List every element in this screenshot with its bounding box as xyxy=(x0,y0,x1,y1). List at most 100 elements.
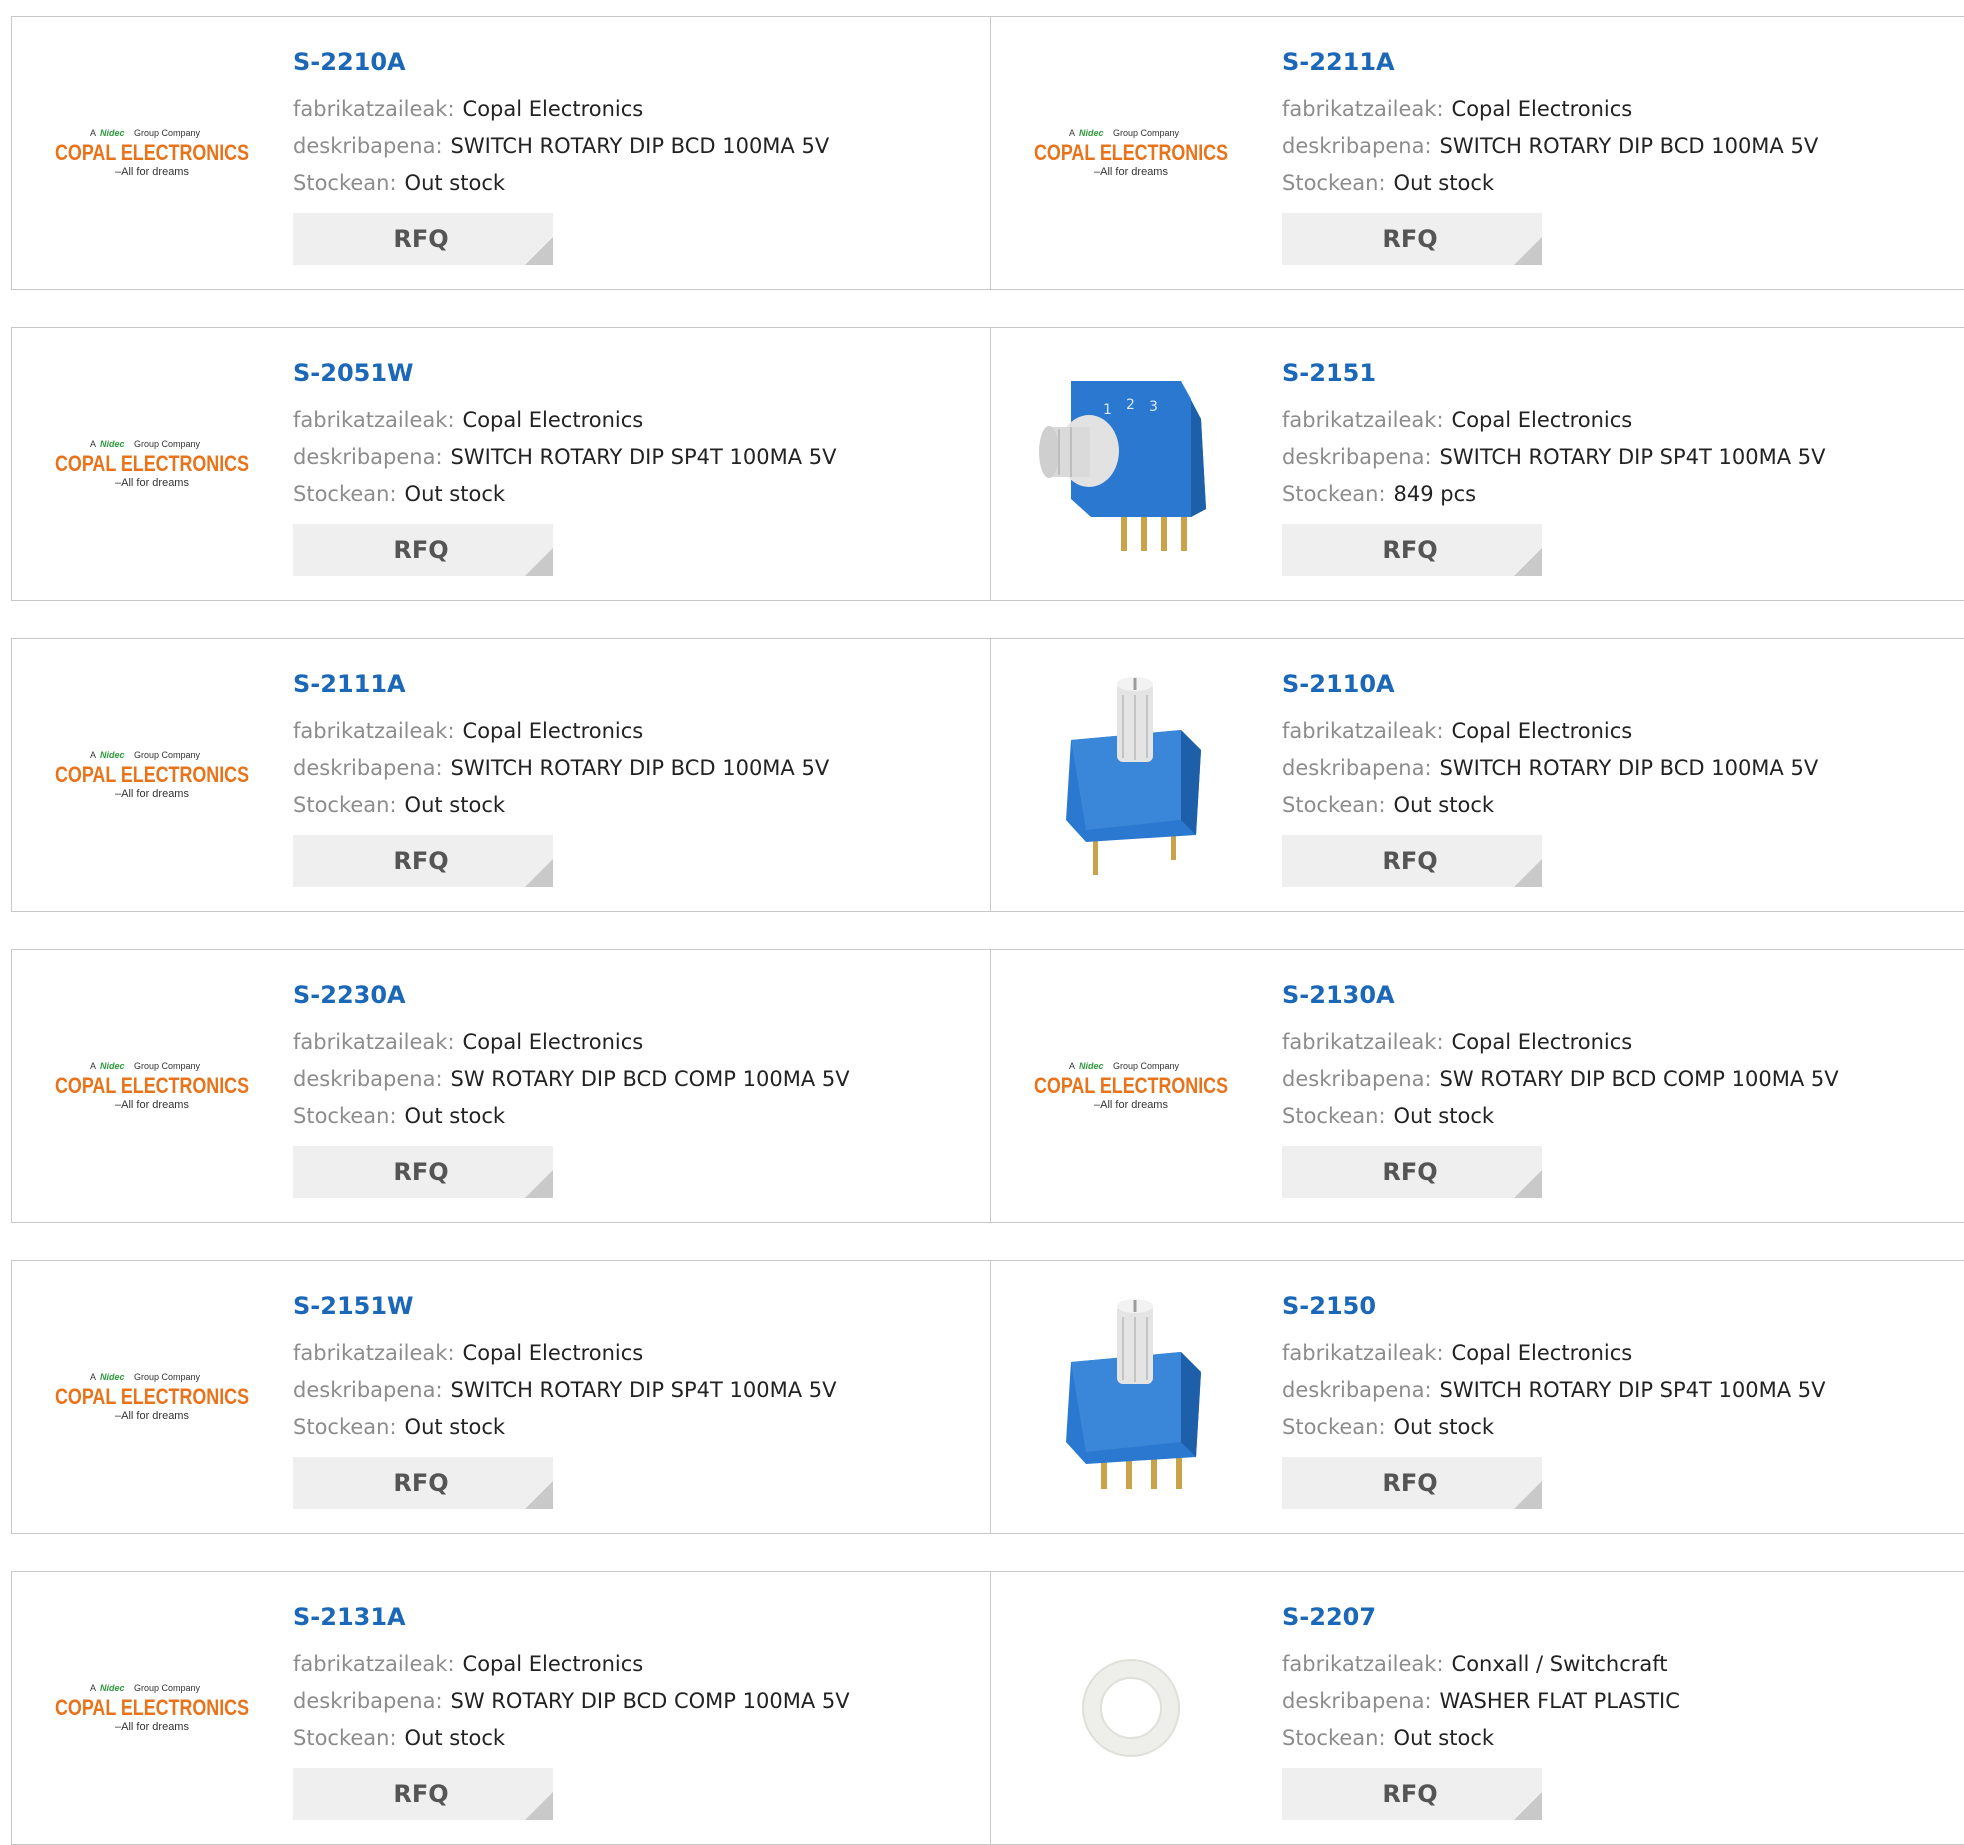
rfq-button[interactable]: RFQ xyxy=(1282,1146,1542,1198)
logo-nidec: Nidec xyxy=(100,128,125,138)
manufacturer-value: Copal Electronics xyxy=(1451,1341,1633,1365)
product-card: S-2150 fabrikatzaileak: Copal Electronics… xyxy=(991,1261,1964,1533)
description-label: deskribapena: xyxy=(1282,1067,1432,1091)
rfq-button[interactable]: RFQ xyxy=(1282,1768,1542,1820)
manufacturer-value: Copal Electronics xyxy=(462,1341,644,1365)
product-image[interactable]: A Nidec Group Company COPAL ELECTRONICS … xyxy=(1023,976,1239,1196)
part-number-link[interactable]: S-2151W xyxy=(293,1289,973,1323)
product-row: A Nidec Group Company COPAL ELECTRONICS … xyxy=(11,327,1964,601)
rfq-button[interactable]: RFQ xyxy=(293,213,553,265)
product-info: S-2211A fabrikatzaileak: Copal Electronic… xyxy=(1282,45,1962,265)
logo-line1-prefix: A xyxy=(1069,128,1075,138)
manufacturer-label: fabrikatzaileak: xyxy=(1282,97,1444,121)
product-image[interactable]: A Nidec Group Company COPAL ELECTRONICS … xyxy=(44,43,260,263)
manufacturer-value: Copal Electronics xyxy=(462,408,644,432)
part-number-link[interactable]: S-2150 xyxy=(1282,1289,1962,1323)
rfq-label: RFQ xyxy=(393,1469,449,1497)
rfq-label: RFQ xyxy=(1382,847,1438,875)
corner-triangle-icon xyxy=(1514,859,1542,887)
logo-line1-prefix: A xyxy=(90,128,96,138)
manufacturer-row: fabrikatzaileak: Copal Electronics xyxy=(1282,1024,1962,1061)
stock-label: Stockean: xyxy=(1282,1104,1386,1128)
product-image[interactable]: A Nidec Group Company COPAL ELECTRONICS … xyxy=(44,976,260,1196)
stock-row: Stockean: Out stock xyxy=(293,1720,973,1757)
product-row: A Nidec Group Company COPAL ELECTRONICS … xyxy=(11,949,1964,1223)
product-row: A Nidec Group Company COPAL ELECTRONICS … xyxy=(11,1571,1964,1845)
product-image[interactable] xyxy=(1023,1598,1239,1818)
logo-nidec: Nidec xyxy=(100,439,125,449)
rfq-button[interactable]: RFQ xyxy=(293,1457,553,1509)
product-image[interactable]: A Nidec Group Company COPAL ELECTRONICS … xyxy=(44,1598,260,1818)
logo-line1-suffix: Group Company xyxy=(134,128,201,138)
logo-nidec: Nidec xyxy=(100,1372,125,1382)
manufacturer-row: fabrikatzaileak: Copal Electronics xyxy=(293,713,973,750)
logo-line2: COPAL ELECTRONICS xyxy=(55,140,249,165)
copal-electronics-logo: A Nidec Group Company COPAL ELECTRONICS … xyxy=(55,1372,249,1422)
product-image[interactable]: A Nidec Group Company COPAL ELECTRONICS … xyxy=(44,1287,260,1507)
corner-triangle-icon xyxy=(1514,1481,1542,1509)
rfq-button[interactable]: RFQ xyxy=(293,835,553,887)
product-image[interactable]: A Nidec Group Company COPAL ELECTRONICS … xyxy=(1023,43,1239,263)
logo-line1-prefix: A xyxy=(90,750,96,760)
product-card: A Nidec Group Company COPAL ELECTRONICS … xyxy=(12,17,991,289)
part-number-link[interactable]: S-2130A xyxy=(1282,978,1962,1012)
rfq-button[interactable]: RFQ xyxy=(293,524,553,576)
rotary-switch-image xyxy=(1066,1299,1201,1489)
description-value: SWITCH ROTARY DIP BCD 100MA 5V xyxy=(1439,134,1819,158)
description-row: deskribapena: SWITCH ROTARY DIP SP4T 100M… xyxy=(293,439,973,476)
stock-row: Stockean: Out stock xyxy=(293,1098,973,1135)
rfq-button[interactable]: RFQ xyxy=(1282,524,1542,576)
manufacturer-row: fabrikatzaileak: Copal Electronics xyxy=(293,1646,973,1683)
part-number-link[interactable]: S-2151 xyxy=(1282,356,1962,390)
product-image[interactable]: A Nidec Group Company COPAL ELECTRONICS … xyxy=(44,354,260,574)
corner-triangle-icon xyxy=(1514,548,1542,576)
description-row: deskribapena: SWITCH ROTARY DIP SP4T 100M… xyxy=(1282,439,1962,476)
rfq-button[interactable]: RFQ xyxy=(293,1146,553,1198)
manufacturer-label: fabrikatzaileak: xyxy=(1282,1341,1444,1365)
manufacturer-label: fabrikatzaileak: xyxy=(1282,1030,1444,1054)
description-row: deskribapena: SW ROTARY DIP BCD COMP 100M… xyxy=(293,1061,973,1098)
description-row: deskribapena: SW ROTARY DIP BCD COMP 100M… xyxy=(1282,1061,1962,1098)
part-number-link[interactable]: S-2110A xyxy=(1282,667,1962,701)
rfq-button[interactable]: RFQ xyxy=(1282,213,1542,265)
product-row: A Nidec Group Company COPAL ELECTRONICS … xyxy=(11,16,1964,290)
logo-line1-prefix: A xyxy=(90,1372,96,1382)
stock-row: Stockean: Out stock xyxy=(1282,165,1962,202)
product-card: A Nidec Group Company COPAL ELECTRONICS … xyxy=(12,1572,991,1844)
part-number-link[interactable]: S-2111A xyxy=(293,667,973,701)
part-number-link[interactable]: S-2230A xyxy=(293,978,973,1012)
part-number-link[interactable]: S-2131A xyxy=(293,1600,973,1634)
product-card: A Nidec Group Company COPAL ELECTRONICS … xyxy=(12,1261,991,1533)
product-image[interactable] xyxy=(1023,665,1239,885)
rfq-button[interactable]: RFQ xyxy=(1282,1457,1542,1509)
product-image[interactable] xyxy=(1023,1287,1239,1507)
product-image[interactable]: A Nidec Group Company COPAL ELECTRONICS … xyxy=(44,665,260,885)
rfq-label: RFQ xyxy=(393,1158,449,1186)
product-card: A Nidec Group Company COPAL ELECTRONICS … xyxy=(991,950,1964,1222)
product-image[interactable]: 1 2 3 xyxy=(1023,354,1239,574)
stock-value: Out stock xyxy=(1393,1726,1495,1750)
manufacturer-label: fabrikatzaileak: xyxy=(293,408,455,432)
part-number-link[interactable]: S-2051W xyxy=(293,356,973,390)
stock-row: Stockean: Out stock xyxy=(1282,1409,1962,1446)
description-label: deskribapena: xyxy=(1282,756,1432,780)
description-row: deskribapena: WASHER FLAT PLASTIC xyxy=(1282,1683,1962,1720)
logo-line1-suffix: Group Company xyxy=(1113,128,1180,138)
rfq-label: RFQ xyxy=(393,536,449,564)
description-value: SWITCH ROTARY DIP BCD 100MA 5V xyxy=(1439,756,1819,780)
stock-value: 849 pcs xyxy=(1393,482,1477,506)
part-number-link[interactable]: S-2207 xyxy=(1282,1600,1962,1634)
svg-text:2: 2 xyxy=(1126,397,1135,413)
part-number-link[interactable]: S-2211A xyxy=(1282,45,1962,79)
manufacturer-value: Copal Electronics xyxy=(462,1652,644,1676)
part-number-link[interactable]: S-2210A xyxy=(293,45,973,79)
stock-value: Out stock xyxy=(1393,793,1495,817)
product-card: A Nidec Group Company COPAL ELECTRONICS … xyxy=(991,17,1964,289)
product-card: 1 2 3 S-2151 fabrikatzaileak: Copal Elect… xyxy=(991,328,1964,600)
logo-nidec: Nidec xyxy=(100,750,125,760)
description-label: deskribapena: xyxy=(293,756,443,780)
rfq-button[interactable]: RFQ xyxy=(293,1768,553,1820)
stock-row: Stockean: Out stock xyxy=(1282,787,1962,824)
rfq-button[interactable]: RFQ xyxy=(1282,835,1542,887)
product-info: S-2131A fabrikatzaileak: Copal Electronic… xyxy=(293,1600,973,1820)
